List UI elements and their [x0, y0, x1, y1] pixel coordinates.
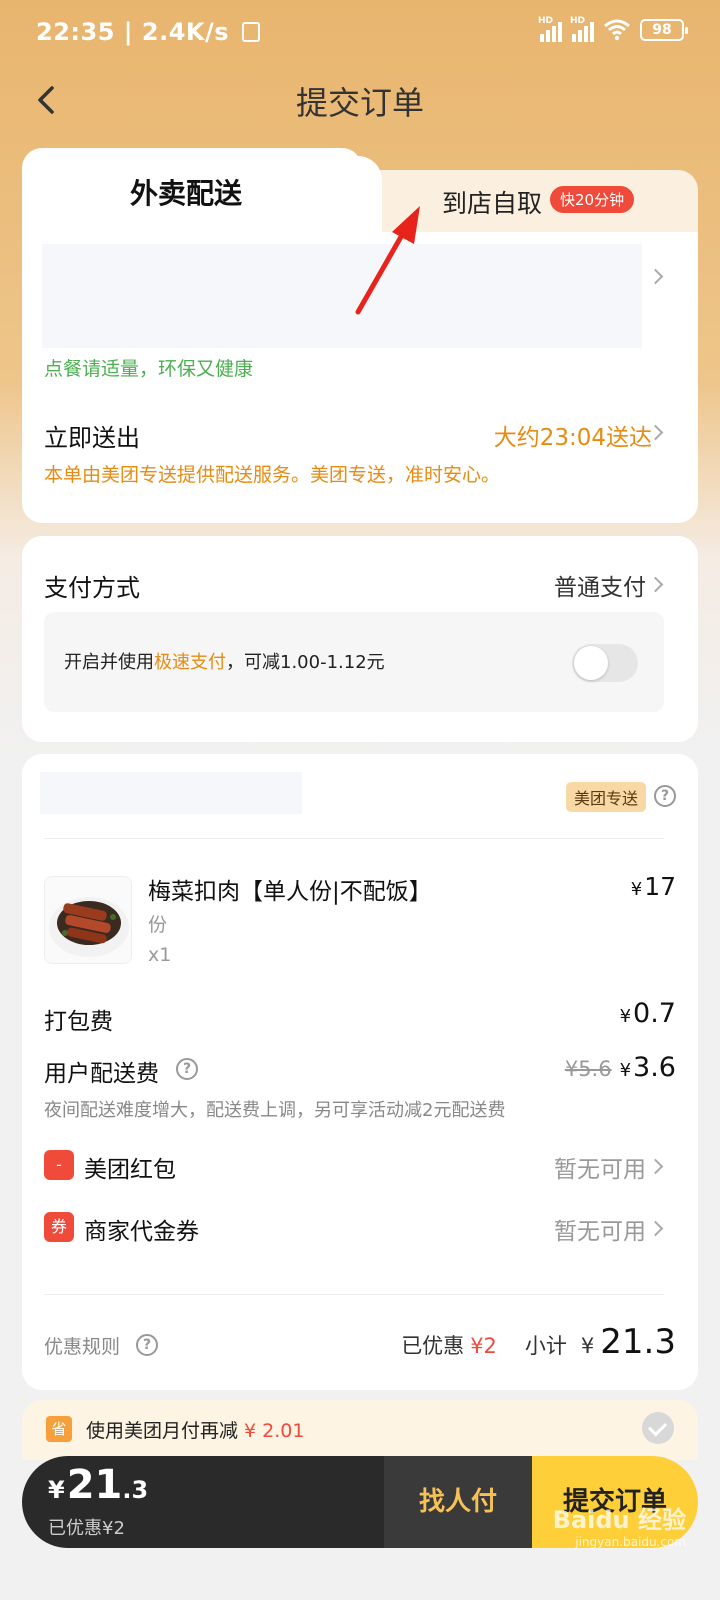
food-name: 梅菜扣肉【单人份|不配饭】 [148, 879, 432, 905]
tab-delivery-label: 外卖配送 [130, 177, 243, 210]
promo-text: 使用美团月付再减 ¥ 2.01 [86, 1420, 305, 1442]
total-discount-note: 已优惠¥2 [48, 1518, 125, 1539]
food-unit: 份 [148, 914, 168, 936]
fast-pay-box: 开启并使用极速支付，可减1.00-1.12元 [44, 612, 664, 712]
tab-delivery[interactable]: 外卖配送 [22, 148, 362, 240]
order-summary: 已优惠 ¥2 小计 ¥ 21.3 [401, 1322, 676, 1362]
delivery-card: 到店自取 快20分钟 外卖配送 点餐请适量，环保又健康 立即送出 大约23:04… [22, 148, 698, 523]
meituan-delivery-badge: 美团专送 [565, 782, 646, 812]
discount-rules[interactable]: 优惠规则 [44, 1332, 120, 1359]
save-icon: 省 [46, 1416, 72, 1442]
help-icon[interactable]: ? [654, 785, 676, 807]
monthly-pay-promo[interactable]: 省 使用美团月付再减 ¥ 2.01 [22, 1400, 698, 1460]
divider [44, 838, 664, 839]
delivery-fee-value: ¥5.6 ¥3.6 [564, 1052, 676, 1083]
send-now-label: 立即送出 [44, 424, 140, 452]
signal-icon-2: HD [570, 16, 594, 42]
baidu-watermark: Baidu 经验 jingyan.baidu.com [552, 1506, 686, 1549]
shop-name-redacted [40, 772, 302, 814]
page-title: 提交订单 [295, 84, 424, 122]
voucher-icon: 券 [44, 1212, 74, 1242]
rules-help-icon[interactable]: ? [136, 1334, 158, 1356]
packing-fee-value: ¥0.7 [619, 998, 676, 1029]
signal-icon: HD [538, 16, 562, 42]
total-price-block: ¥21.3 已优惠¥2 [22, 1456, 384, 1548]
delivery-card-body: 点餐请适量，环保又健康 立即送出 大约23:04送达 本单由美团专送提供配送服务… [22, 232, 698, 523]
eco-note: 点餐请适量，环保又健康 [44, 358, 254, 380]
promo-check-icon[interactable] [642, 1412, 674, 1444]
service-note: 本单由美团专送提供配送服务。美团专送，准时安心。 [44, 464, 501, 486]
fast-pay-text: 开启并使用极速支付，可减1.00-1.12元 [64, 652, 385, 673]
delivery-fee-note: 夜间配送难度增大，配送费上调，另可享活动减2元配送费 [44, 1100, 506, 1121]
address-redacted[interactable] [42, 244, 642, 348]
delivery-fee-label: 用户配送费 [44, 1061, 159, 1087]
delivery-fee-original: ¥5.6 [564, 1057, 612, 1081]
fast-pay-toggle[interactable] [572, 644, 638, 682]
payment-card: 支付方式 普通支付 开启并使用极速支付，可减1.00-1.12元 [22, 536, 698, 742]
battery-icon: 98 [640, 19, 688, 41]
friend-pay-button[interactable]: 找人付 [384, 1456, 532, 1548]
total-price: ¥21.3 [48, 1462, 149, 1508]
payment-chevron-icon[interactable] [648, 576, 666, 594]
red-packet-label: 美团红包 [84, 1157, 176, 1183]
wifi-icon [604, 19, 630, 41]
network-speed: 2.4K/s [141, 18, 230, 46]
voucher-chevron-icon[interactable] [648, 1220, 666, 1238]
status-bar-right: HD HD 98 [538, 16, 688, 42]
subtotal-value: 21.3 [600, 1322, 676, 1362]
status-bar: 22:35 | 2.4K/s HD HD 98 [0, 0, 720, 70]
voucher-value[interactable]: 暂无可用 [554, 1212, 646, 1246]
red-packet-icon: - [44, 1150, 74, 1180]
payment-method-value[interactable]: 普通支付 [554, 568, 646, 602]
order-card: 美团专送 ? 梅菜扣肉【单人份|不配饭】 份 x1 ¥17 打包费 ¥0.7 用… [22, 754, 698, 1390]
tab-pickup-label: 到店自取 [442, 189, 543, 218]
discounted-label: 已优惠 [401, 1334, 465, 1358]
status-bar-left: 22:35 | 2.4K/s [36, 18, 260, 46]
red-packet-chevron-icon[interactable] [648, 1158, 666, 1176]
food-image[interactable] [44, 876, 132, 964]
eta-chevron-icon[interactable] [648, 424, 666, 442]
food-photo-icon [45, 877, 131, 963]
food-price: ¥17 [630, 872, 676, 901]
pickup-fast-badge: 快20分钟 [550, 186, 635, 213]
red-packet-value[interactable]: 暂无可用 [554, 1150, 646, 1184]
payment-method-label: 支付方式 [44, 574, 140, 602]
divider [44, 1294, 664, 1295]
toggle-knob [574, 646, 608, 680]
address-chevron-icon[interactable] [648, 268, 666, 286]
fast-pay-highlight: 极速支付 [154, 652, 226, 673]
nav-bar: 提交订单 [0, 70, 720, 130]
packing-fee-label: 打包费 [44, 1009, 113, 1035]
food-quantity: x1 [148, 944, 172, 966]
nfc-icon [241, 22, 260, 42]
discounted-value: ¥2 [470, 1334, 497, 1358]
tab-pickup[interactable]: 到店自取 快20分钟 [352, 170, 698, 234]
delivery-fee-help-icon[interactable]: ? [176, 1058, 198, 1080]
subtotal-label: 小计 [524, 1334, 567, 1358]
voucher-label: 商家代金券 [84, 1219, 199, 1245]
eta-value[interactable]: 大约23:04送达 [494, 418, 652, 452]
clock: 22:35 [36, 18, 115, 46]
